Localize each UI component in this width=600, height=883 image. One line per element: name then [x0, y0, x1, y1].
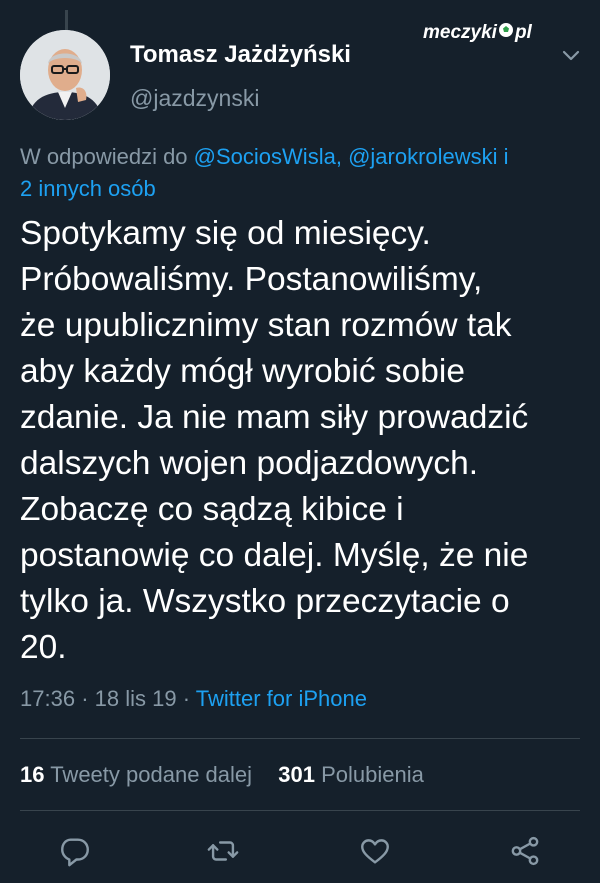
watermark-text-right: pl: [514, 22, 532, 43]
mention-others[interactable]: 2 innych osób: [20, 176, 156, 201]
like-label[interactable]: Polubienia: [321, 762, 424, 787]
retweet-label[interactable]: Tweety podane dalej: [50, 762, 252, 787]
tweet-source-link[interactable]: Twitter for iPhone: [196, 686, 367, 711]
retweet-icon: [207, 841, 239, 861]
meta-separator: ·: [182, 686, 191, 711]
chevron-down-icon[interactable]: [561, 49, 581, 63]
divider: [20, 810, 580, 811]
mention-socioswisla[interactable]: @SociosWisla,: [194, 144, 342, 169]
author-name[interactable]: Tomasz Jażdżyński: [130, 41, 351, 69]
share-button[interactable]: [505, 828, 545, 874]
avatar-photo: [20, 30, 110, 120]
action-bar: [0, 828, 600, 874]
heart-icon: [361, 839, 389, 864]
reply-button[interactable]: [55, 828, 95, 874]
watermark-text-left: meczyki: [423, 22, 497, 43]
reply-context: W odpowiedzi do @SociosWisla, @jarokrole…: [20, 141, 580, 205]
avatar[interactable]: [20, 30, 110, 120]
reply-prefix: W odpowiedzi do: [20, 144, 188, 169]
watermark-logo: meczyki pl: [423, 22, 532, 44]
tweet-date: 18 lis 19: [94, 686, 177, 711]
mention-jarokrolewski[interactable]: @jarokrolewski: [348, 144, 497, 169]
like-count[interactable]: 301: [278, 762, 315, 787]
tweet-stats: 16 Tweety podane dalej 301 Polubienia: [20, 762, 424, 788]
tweet-text: Spotykamy się od miesięcy. Próbowaliśmy.…: [20, 215, 529, 666]
divider: [20, 738, 580, 739]
tweet-meta: 17:36 · 18 lis 19 · Twitter for iPhone: [20, 686, 367, 712]
share-icon: [511, 836, 539, 866]
retweet-button[interactable]: [203, 828, 243, 874]
meta-separator: ·: [81, 686, 89, 711]
tweet-time: 17:36: [20, 686, 76, 711]
like-button[interactable]: [355, 828, 395, 874]
reply-icon: [61, 838, 89, 867]
author-handle[interactable]: @jazdzynski: [130, 85, 259, 112]
thread-connector-line: [65, 10, 68, 32]
football-icon: [498, 22, 514, 44]
retweet-count[interactable]: 16: [20, 762, 44, 787]
mention-connector[interactable]: i: [504, 144, 509, 169]
